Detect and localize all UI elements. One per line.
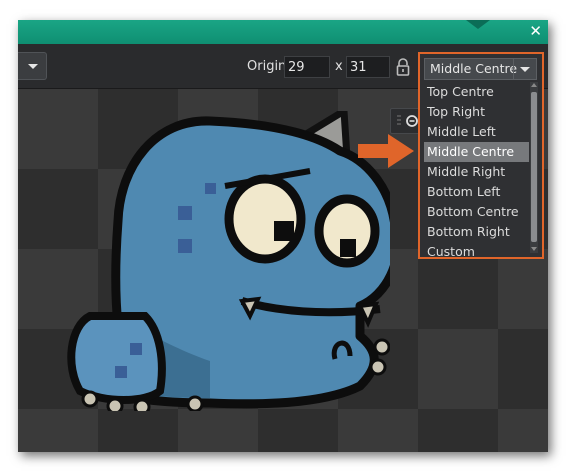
body-spot [130,343,142,355]
origin-option-top-centre[interactable]: Top Centre [424,82,529,102]
monster-sprite [67,111,390,411]
left-dropdown-button[interactable] [18,52,47,80]
claw [106,397,124,411]
body-spot [178,239,192,253]
left-eye [224,174,306,264]
title-bar-notch [466,20,490,29]
origin-label: Origin [247,59,287,74]
origin-separator: x [335,59,343,74]
claw [133,398,151,411]
chevron-down-icon[interactable] [513,59,536,79]
body-spot [115,366,127,378]
right-pupil [340,239,356,257]
scroll-up-icon[interactable] [530,82,538,90]
claw [186,395,204,411]
origin-y-field[interactable]: 31 [346,56,390,78]
origin-option-bottom-centre[interactable]: Bottom Centre [424,202,529,222]
origin-dropdown-value: Middle Centre [430,61,518,76]
arm-shape [67,312,166,404]
origin-option-middle-centre[interactable]: Middle Centre [424,142,529,162]
options-scrollbar[interactable] [530,82,538,253]
origin-option-custom[interactable]: Custom [424,242,529,262]
arrow-right-icon [358,134,414,168]
claw [373,338,390,356]
scrollbar-thumb[interactable] [531,92,537,242]
origin-options-list: Top Centre Top Right Middle Left Middle … [424,82,529,262]
close-icon[interactable]: ✕ [529,22,542,40]
origin-option-bottom-left[interactable]: Bottom Left [424,182,529,202]
sprite-editor-window: ✕ Origin 29 x 31 Middle Centre Top Centr… [18,20,548,452]
origin-option-middle-left[interactable]: Middle Left [424,122,529,142]
body-spot [205,183,216,194]
origin-option-bottom-right[interactable]: Bottom Right [424,222,529,242]
origin-dropdown[interactable]: Middle Centre Top Centre Top Right Middl… [418,52,544,259]
left-pupil [274,221,294,241]
origin-dropdown-header[interactable]: Middle Centre [424,58,537,80]
lock-icon[interactable] [396,57,410,77]
origin-option-middle-right[interactable]: Middle Right [424,162,529,182]
claw [369,358,387,376]
scroll-down-icon[interactable] [530,245,538,253]
title-bar: ✕ [18,20,548,44]
origin-option-top-right[interactable]: Top Right [424,102,529,122]
origin-x-field[interactable]: 29 [284,56,330,78]
body-spot [178,206,192,220]
claw [81,390,99,408]
